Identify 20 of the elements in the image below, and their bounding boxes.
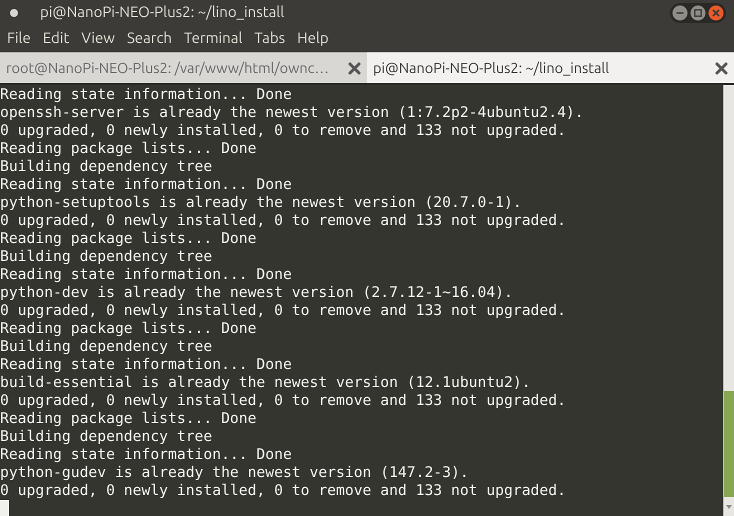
tab-close-icon[interactable] (348, 62, 361, 74)
scrollbar-thumb[interactable] (724, 391, 734, 497)
maximize-icon[interactable] (690, 4, 706, 20)
menu-item[interactable]: Search (120, 27, 178, 50)
tab[interactable]: root@NanoPi-NEO-Plus2: /var/www/html/ownc… (0, 52, 367, 83)
menu-item[interactable]: Help (291, 27, 335, 50)
window-menu-icon[interactable] (8, 6, 20, 18)
menu-item[interactable]: Tabs (248, 27, 292, 50)
menu-item[interactable]: Terminal (178, 27, 248, 50)
cursor (0, 500, 9, 516)
tab[interactable]: pi@NanoPi-NEO-Plus2: ~/lino_install (367, 52, 734, 83)
scrollbar[interactable] (723, 85, 734, 516)
tab-close-icon[interactable] (715, 62, 728, 74)
window-title: pi@NanoPi-NEO-Plus2: ~/lino_install (40, 2, 284, 22)
terminal-output: Reading state information... Done openssh-server is already the newest version (1:7.2p2-4ubuntu2.4). 0 upgraded, 0 newly installed, 0 to remove and 133 not upgraded. Reading package lists... Done Building dependency tree Reading state information... Done python-setuptools is already the newest version (20.7.0-1). 0 upgraded, 0 newly installed, 0 to remove and 133 not upgraded. Reading package lists... Done Building dependency tree Reading state information... Done python-dev is already the newest version (2.7.12-1~16.04). 0 upgraded, 0 newly installed, 0 to remove and 133 not upgraded. Reading package lists... Done Building dependency tree Reading state information... Done build-essential is already the newest version (12.1ubuntu2). 0 upgraded, 0 newly installed, 0 to remove and 133 not upgraded. Reading package lists... Done Building dependency tree Reading state information... Done python-gudev is already the newest version (147.2-3). 0 upgraded, 0 newly installed, 0 to remove and 133 not upgraded. (0, 85, 723, 516)
menu-item[interactable]: Edit (36, 27, 76, 50)
minimize-icon[interactable] (672, 4, 688, 20)
menu-item[interactable]: View (75, 27, 121, 50)
menu-item[interactable]: File (1, 27, 37, 50)
close-icon[interactable] (708, 4, 724, 20)
